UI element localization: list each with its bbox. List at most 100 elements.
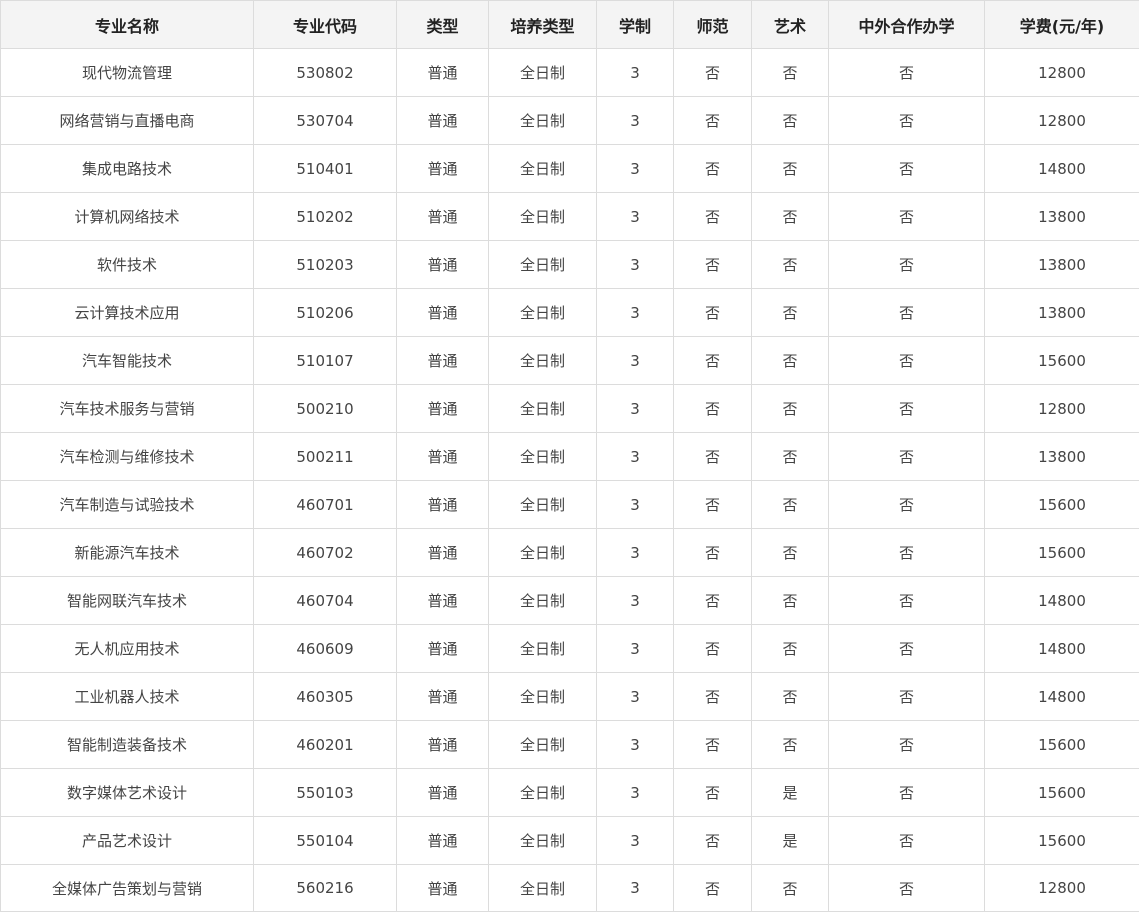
cell-sino-foreign: 否: [828, 528, 985, 577]
cell-tuition: 12800: [984, 384, 1139, 433]
cell-art: 否: [751, 672, 829, 721]
cell-art: 否: [751, 336, 829, 385]
cell-program-name: 汽车制造与试验技术: [0, 480, 254, 529]
cell-sino-foreign: 否: [828, 144, 985, 193]
cell-sino-foreign: 否: [828, 240, 985, 289]
cell-teacher-training: 否: [673, 480, 752, 529]
cell-program-code: 510206: [253, 288, 397, 337]
table-row: 汽车检测与维修技术 500211 普通 全日制 3 否否否 13800: [0, 432, 1139, 481]
cell-program-code: 460201: [253, 720, 397, 769]
cell-tuition: 15600: [984, 528, 1139, 577]
header-cell-art: 艺术: [751, 0, 829, 49]
cell-duration: 3: [596, 384, 674, 433]
header-cell-tuition: 学费(元/年): [984, 0, 1139, 49]
cell-art: 否: [751, 96, 829, 145]
cell-type: 普通: [396, 576, 489, 625]
cell-teacher-training: 否: [673, 192, 752, 241]
cell-type: 普通: [396, 48, 489, 97]
table-row: 汽车技术服务与营销 500210 普通 全日制 3 否否否 12800: [0, 384, 1139, 433]
cell-tuition: 14800: [984, 624, 1139, 673]
cell-art: 否: [751, 288, 829, 337]
cell-art: 是: [751, 768, 829, 817]
cell-study-mode: 全日制: [488, 576, 597, 625]
cell-tuition: 13800: [984, 192, 1139, 241]
table-row: 集成电路技术 510401 普通 全日制 3 否否否 14800: [0, 144, 1139, 193]
cell-teacher-training: 否: [673, 432, 752, 481]
cell-study-mode: 全日制: [488, 864, 597, 912]
cell-type: 普通: [396, 816, 489, 865]
cell-program-name: 数字媒体艺术设计: [0, 768, 254, 817]
cell-art: 否: [751, 144, 829, 193]
cell-program-code: 530802: [253, 48, 397, 97]
cell-program-name: 现代物流管理: [0, 48, 254, 97]
cell-sino-foreign: 否: [828, 384, 985, 433]
cell-type: 普通: [396, 672, 489, 721]
cell-program-name: 云计算技术应用: [0, 288, 254, 337]
cell-program-code: 460609: [253, 624, 397, 673]
cell-sino-foreign: 否: [828, 672, 985, 721]
cell-type: 普通: [396, 720, 489, 769]
cell-sino-foreign: 否: [828, 336, 985, 385]
cell-program-name: 工业机器人技术: [0, 672, 254, 721]
cell-art: 否: [751, 720, 829, 769]
cell-sino-foreign: 否: [828, 864, 985, 912]
table-row: 智能网联汽车技术 460704 普通 全日制 3 否否否 14800: [0, 576, 1139, 625]
cell-art: 否: [751, 480, 829, 529]
cell-tuition: 14800: [984, 144, 1139, 193]
cell-study-mode: 全日制: [488, 336, 597, 385]
cell-study-mode: 全日制: [488, 144, 597, 193]
cell-program-name: 汽车检测与维修技术: [0, 432, 254, 481]
cell-teacher-training: 否: [673, 336, 752, 385]
cell-art: 否: [751, 528, 829, 577]
cell-sino-foreign: 否: [828, 96, 985, 145]
cell-duration: 3: [596, 432, 674, 481]
cell-teacher-training: 否: [673, 96, 752, 145]
cell-study-mode: 全日制: [488, 384, 597, 433]
table-header: 专业名称 专业代码 类型 培养类型 学制 师范 艺术 中外合作办学 学费(元/年…: [0, 0, 1139, 49]
header-cell-program-name: 专业名称: [0, 0, 254, 49]
cell-study-mode: 全日制: [488, 816, 597, 865]
cell-art: 否: [751, 432, 829, 481]
cell-teacher-training: 否: [673, 768, 752, 817]
cell-sino-foreign: 否: [828, 288, 985, 337]
cell-type: 普通: [396, 288, 489, 337]
cell-sino-foreign: 否: [828, 480, 985, 529]
cell-teacher-training: 否: [673, 720, 752, 769]
header-cell-type: 类型: [396, 0, 489, 49]
cell-duration: 3: [596, 144, 674, 193]
cell-program-code: 460702: [253, 528, 397, 577]
cell-program-name: 汽车智能技术: [0, 336, 254, 385]
table-row: 新能源汽车技术 460702 普通 全日制 3 否否否 15600: [0, 528, 1139, 577]
cell-program-name: 无人机应用技术: [0, 624, 254, 673]
cell-tuition: 14800: [984, 576, 1139, 625]
cell-study-mode: 全日制: [488, 192, 597, 241]
cell-program-name: 集成电路技术: [0, 144, 254, 193]
header-cell-sino-foreign: 中外合作办学: [828, 0, 985, 49]
table-row: 汽车智能技术 510107 普通 全日制 3 否否否 15600: [0, 336, 1139, 385]
cell-teacher-training: 否: [673, 144, 752, 193]
cell-art: 否: [751, 192, 829, 241]
cell-study-mode: 全日制: [488, 768, 597, 817]
table-row: 产品艺术设计 550104 普通 全日制 3 否是否 15600: [0, 816, 1139, 865]
cell-program-name: 软件技术: [0, 240, 254, 289]
cell-tuition: 12800: [984, 96, 1139, 145]
table-row: 软件技术 510203 普通 全日制 3 否否否 13800: [0, 240, 1139, 289]
cell-study-mode: 全日制: [488, 96, 597, 145]
cell-program-name: 智能网联汽车技术: [0, 576, 254, 625]
cell-study-mode: 全日制: [488, 672, 597, 721]
cell-art: 否: [751, 48, 829, 97]
cell-sino-foreign: 否: [828, 816, 985, 865]
cell-duration: 3: [596, 816, 674, 865]
cell-program-name: 全媒体广告策划与营销: [0, 864, 254, 912]
cell-program-code: 460704: [253, 576, 397, 625]
header-cell-study-mode: 培养类型: [488, 0, 597, 49]
cell-tuition: 15600: [984, 720, 1139, 769]
table-row: 数字媒体艺术设计 550103 普通 全日制 3 否是否 15600: [0, 768, 1139, 817]
cell-program-code: 550103: [253, 768, 397, 817]
cell-duration: 3: [596, 240, 674, 289]
cell-tuition: 13800: [984, 288, 1139, 337]
header-cell-teacher-training: 师范: [673, 0, 752, 49]
table-row: 现代物流管理 530802 普通 全日制 3 否否否 12800: [0, 48, 1139, 97]
cell-sino-foreign: 否: [828, 192, 985, 241]
cell-tuition: 14800: [984, 672, 1139, 721]
